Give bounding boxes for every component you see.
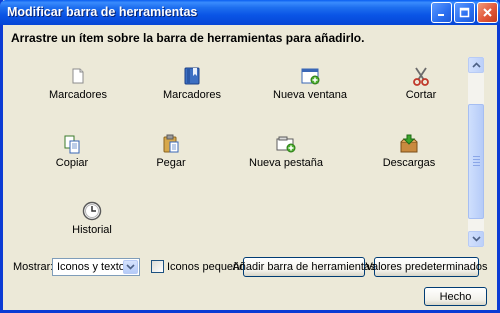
scroll-up-button[interactable] (468, 57, 484, 73)
palette-item-history[interactable]: Historial (42, 200, 142, 236)
maximize-icon (459, 7, 470, 18)
new-tab-icon (276, 136, 296, 153)
paste-icon (163, 134, 179, 153)
show-mode-select[interactable]: Iconos y texto (52, 258, 140, 276)
instruction-heading: Arrastre un ítem sobre la barra de herra… (11, 31, 365, 45)
palette-item-paste[interactable]: Pegar (121, 133, 221, 169)
palette-item-label: Pegar (156, 157, 186, 169)
palette-item-cut[interactable]: Cortar (371, 65, 471, 101)
palette-item-copy[interactable]: Copiar (22, 133, 122, 169)
bookmark-page-icon (72, 68, 84, 84)
small-icons-checkbox[interactable] (151, 260, 164, 273)
minimize-icon (438, 14, 444, 16)
history-clock-icon (82, 201, 102, 221)
window-title: Modificar barra de herramientas (7, 5, 198, 19)
title-bar[interactable]: Modificar barra de herramientas (0, 0, 500, 25)
restore-defaults-button[interactable]: Valores predeterminados (365, 257, 488, 277)
palette-scrollbar[interactable] (468, 57, 484, 247)
dialog-body: Arrastre un ítem sobre la barra de herra… (3, 25, 497, 310)
palette-item-label: Nueva ventana (273, 89, 347, 101)
scroll-thumb[interactable] (468, 104, 484, 219)
close-button[interactable] (477, 2, 498, 23)
palette-item-label: Historial (72, 224, 112, 236)
chevron-down-icon (471, 236, 481, 242)
copy-icon (64, 135, 80, 154)
palette-item-label: Descargas (382, 157, 436, 169)
scissors-icon (413, 67, 429, 86)
minimize-button[interactable] (431, 2, 452, 23)
palette-item-label: Marcadores (162, 89, 222, 101)
scroll-down-button[interactable] (468, 231, 484, 247)
maximize-button[interactable] (454, 2, 475, 23)
downloads-icon (400, 134, 418, 153)
palette-item-bookmarks[interactable]: Marcadores (142, 65, 242, 101)
palette-item-label: Copiar (55, 157, 89, 169)
dropdown-button[interactable] (123, 260, 138, 274)
palette-item-label: Nueva pestaña (249, 157, 323, 169)
palette-item-new-window[interactable]: Nueva ventana (260, 65, 360, 101)
palette-item-bookmark[interactable]: Marcadores (28, 65, 128, 101)
chevron-up-icon (471, 62, 481, 68)
new-window-icon (301, 68, 320, 85)
bookmarks-book-icon (184, 67, 200, 85)
palette-item-label: Marcadores (48, 89, 108, 101)
chevron-down-icon (126, 264, 135, 270)
palette-item-new-tab[interactable]: Nueva pestaña (236, 133, 336, 169)
add-toolbar-button[interactable]: Añadir barra de herramientas (232, 257, 376, 277)
show-label: Mostrar: (13, 261, 54, 273)
show-mode-value: Iconos y texto (57, 261, 125, 273)
toolbar-items-palette: Marcadores Marcadores Nueva ventana Cort… (13, 57, 458, 247)
close-icon (483, 8, 492, 17)
customize-toolbar-dialog: Modificar barra de herramientas Arrastre… (0, 0, 500, 313)
palette-item-downloads[interactable]: Descargas (359, 133, 459, 169)
done-button[interactable]: Hecho (424, 287, 487, 306)
palette-item-label: Cortar (405, 89, 437, 101)
